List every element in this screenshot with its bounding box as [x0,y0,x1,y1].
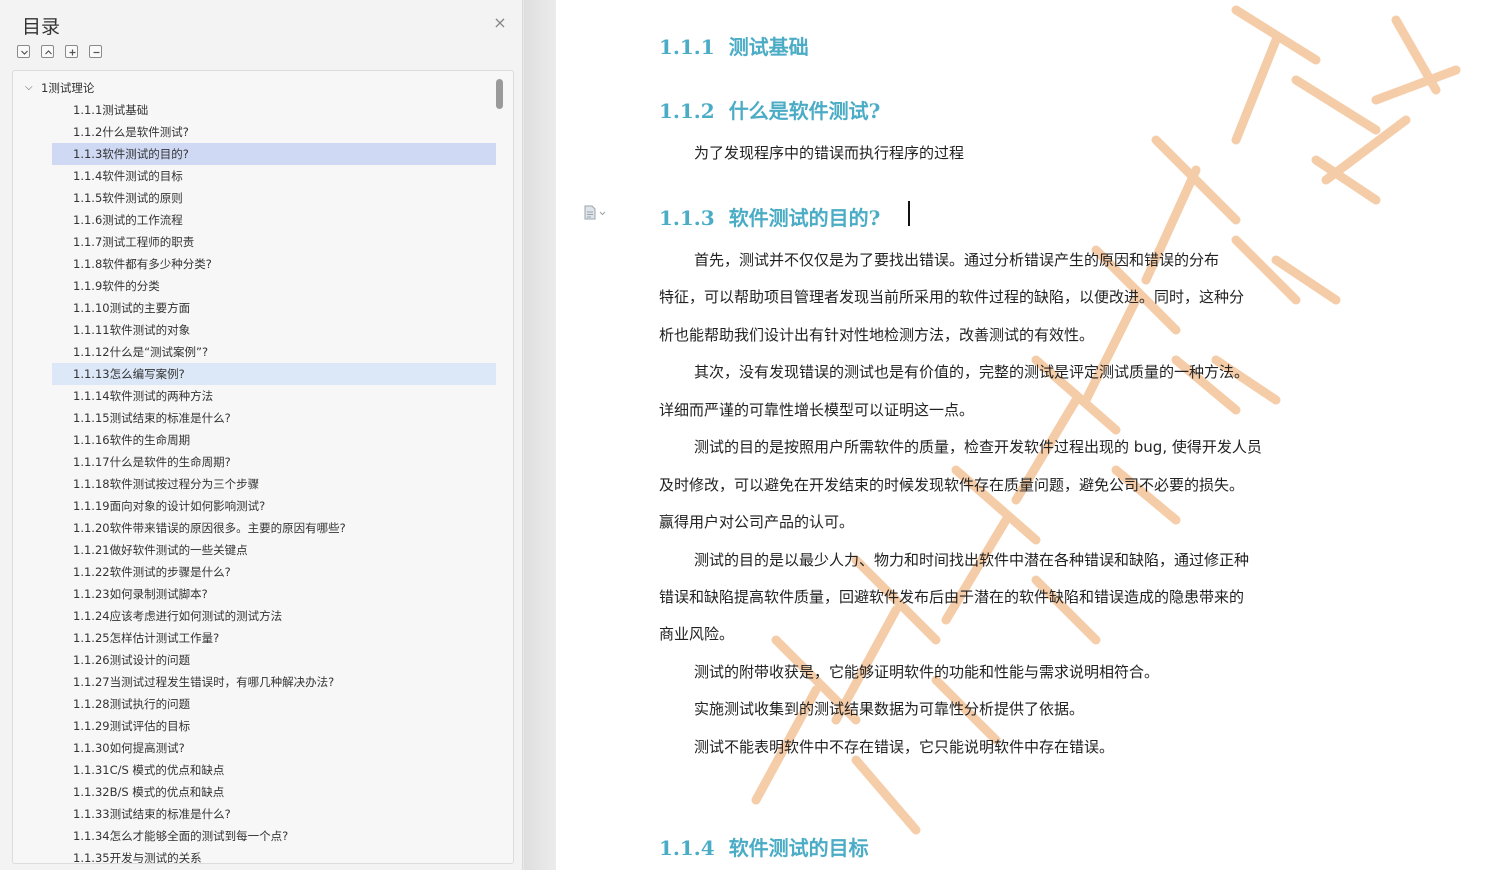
toc-item[interactable]: 1.1.34怎么才能够全面的测试到每一个点? [13,825,503,847]
heading-1-1-2: 1.1.2 什么是软件测试? [659,99,881,123]
toc-item[interactable]: 1.1.35开发与测试的关系 [13,847,503,863]
paragraph-line: 测试不能表明软件中不存在错误，它只能说明软件中存在错误。 [694,738,1115,756]
heading-1-1-1: 1.1.1 测试基础 [659,35,809,59]
heading-1-1-3: 1.1.3 软件测试的目的? [659,206,881,230]
toc-item[interactable]: 1.1.30如何提高测试? [13,737,503,759]
paragraph-line: 为了发现程序中的错误而执行程序的过程 [694,144,965,162]
toc-item[interactable]: 1.1.20软件带来错误的原因很多。主要的原因有哪些? [13,517,503,539]
toc-title: 目录 [22,16,61,38]
paragraph-line: 实施测试收集到的测试结果数据为可靠性分析提供了依据。 [694,700,1085,718]
toc-item[interactable]: 1.1.6测试的工作流程 [13,209,503,231]
toc-list-container: ⌵ 1测试理论 1.1.1测试基础 1.1.2什么是软件测试? 1.1.3软件测试的… [12,70,514,864]
paragraph-line: 商业风险。 [659,625,735,643]
toc-item[interactable]: 1.1.9软件的分类 [13,275,503,297]
toc-item[interactable]: 1.1.33测试结束的标准是什么? [13,803,503,825]
paragraph-line: 其次，没有发现错误的测试也是有价值的，完整的测试是评定测试质量的一种方法。 [694,363,1250,381]
paragraph-line: 赢得用户对公司产品的认可。 [659,513,855,531]
toc-item[interactable]: 1.1.28测试执行的问题 [13,693,503,715]
expand-all-icon[interactable] [17,45,30,58]
toc-item[interactable]: 1.1.25怎样估计测试工作量? [13,627,503,649]
toc-root-label: 1测试理论 [41,81,95,95]
paragraph-line: 析也能帮助我们设计出有针对性地检测方法，改善测试的有效性。 [659,326,1095,344]
toc-scrollbar[interactable] [496,79,503,109]
toc-item[interactable]: 1.1.22软件测试的步骤是什么? [13,561,503,583]
toc-item[interactable]: 1.1.16软件的生命周期 [13,429,503,451]
heading-1-1-4: 1.1.4 软件测试的目标 [659,836,869,860]
remove-heading-icon[interactable] [89,45,102,58]
toc-item[interactable]: 1.1.14软件测试的两种方法 [13,385,503,407]
toc-panel: 目录 × ⌵ 1测试理论 1.1.1测试基础 1.1.2什么是软件测试? 1.1.3… [0,0,523,870]
toc-item[interactable]: 1.1.7测试工程师的职责 [13,231,503,253]
toc-item[interactable]: 1.1.8软件都有多少种分类? [13,253,503,275]
toc-item[interactable]: 1.1.23如何录制测试脚本? [13,583,503,605]
panel-divider[interactable] [524,0,556,870]
paragraph-line: 特征，可以帮助项目管理者发现当前所采用的软件过程的缺陷，以便改进。同时，这种分 [659,288,1245,306]
toc-item[interactable]: 1.1.19面向对象的设计如何影响测试? [13,495,503,517]
toc-item[interactable]: 1.1.31C/S 模式的优点和缺点 [13,759,503,781]
paragraph-line: 及时修改，可以避免在开发结束的时候发现软件存在质量问题，避免公司不必要的损失。 [659,476,1245,494]
toc-item[interactable]: 1.1.17什么是软件的生命周期? [13,451,503,473]
toc-root-item[interactable]: ⌵ 1测试理论 [13,77,503,99]
toc-item[interactable]: 1.1.15测试结束的标准是什么? [13,407,503,429]
toc-item[interactable]: 1.1.3软件测试的目的? [52,143,496,165]
add-heading-icon[interactable] [65,45,78,58]
toc-item[interactable]: 1.1.26测试设计的问题 [13,649,503,671]
toc-item[interactable]: 1.1.11软件测试的对象 [13,319,503,341]
toc-item[interactable]: 1.1.27当测试过程发生错误时，有哪几种解决办法? [13,671,503,693]
toc-item[interactable]: 1.1.24应该考虑进行如何测试的测试方法 [13,605,503,627]
toc-item[interactable]: 1.1.29测试评估的目标 [13,715,503,737]
paragraph-line: 详细而严谨的可靠性增长模型可以证明这一点。 [659,401,975,419]
toc-item[interactable]: 1.1.32B/S 模式的优点和缺点 [13,781,503,803]
toc-item[interactable]: 1.1.1测试基础 [13,99,503,121]
paragraph-line: 测试的目的是按照用户所需软件的质量，检查开发软件过程出现的 bug, 使得开发人… [694,438,1262,456]
toc-item[interactable]: 1.1.13怎么编写案例? [52,363,496,385]
paragraph-line: 测试的附带收获是，它能够证明软件的功能和性能与需求说明相符合。 [694,663,1160,681]
toc-toolbar [17,45,102,58]
collapse-all-icon[interactable] [41,45,54,58]
close-icon[interactable]: × [491,14,509,32]
text-cursor [908,201,910,226]
chevron-down-icon[interactable]: ⌵ [25,77,33,99]
paragraph-line: 测试的目的是以最少人力、物力和时间找出软件中潜在各种错误和缺陷，通过修正种 [694,551,1250,569]
toc-item[interactable]: 1.1.18软件测试按过程分为三个步骤 [13,473,503,495]
toc-list: ⌵ 1测试理论 1.1.1测试基础 1.1.2什么是软件测试? 1.1.3软件测试的… [13,77,503,863]
toc-item[interactable]: 1.1.2什么是软件测试? [13,121,503,143]
toc-item[interactable]: 1.1.4软件测试的目标 [13,165,503,187]
toc-item[interactable]: 1.1.12什么是“测试案例”? [13,341,503,363]
toc-item[interactable]: 1.1.10测试的主要方面 [13,297,503,319]
document-page[interactable]: 1.1.1 测试基础 1.1.2 什么是软件测试? 为了发现程序中的错误而执行程序的… [556,0,1509,870]
paragraph-line: 首先，测试并不仅仅是为了要找出错误。通过分析错误产生的原因和错误的分布 [694,251,1220,269]
document-options-icon[interactable] [583,205,611,221]
toc-item[interactable]: 1.1.21做好软件测试的一些关键点 [13,539,503,561]
paragraph-line: 错误和缺陷提高软件质量，回避软件发布后由于潜在的软件缺陷和错误造成的隐患带来的 [659,588,1245,606]
toc-item[interactable]: 1.1.5软件测试的原则 [13,187,503,209]
